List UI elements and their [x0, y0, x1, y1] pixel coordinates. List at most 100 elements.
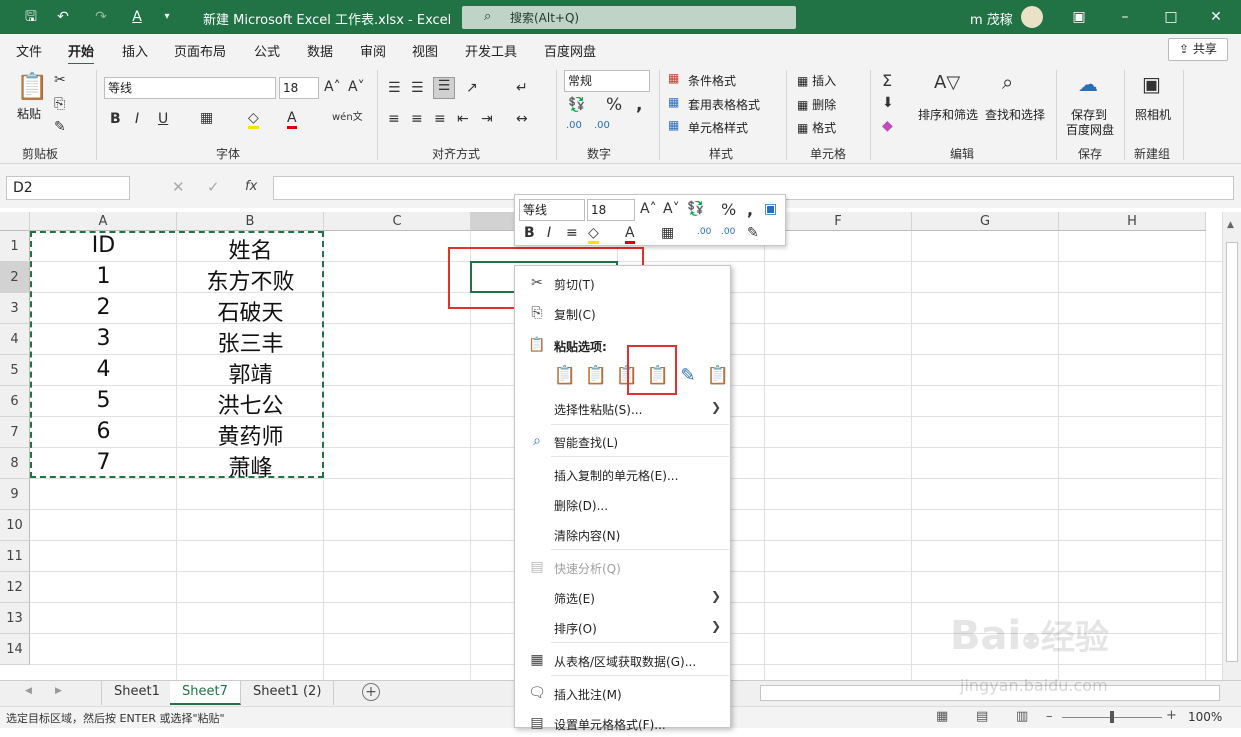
row-header[interactable]: 12 [0, 572, 30, 603]
menu-item-format-cells[interactable]: ▤ 设置单元格格式(F)... [515, 709, 730, 737]
font-color-icon[interactable]: A [287, 110, 297, 129]
cell-b5[interactable]: 郭靖 [177, 357, 324, 389]
autosum-icon[interactable]: Σ [882, 71, 892, 90]
cell-a2[interactable]: 1 [30, 264, 177, 289]
paste-values-icon[interactable]: 📋 [583, 363, 609, 389]
paste-link-icon[interactable]: 📋 [705, 363, 731, 389]
mini-font-color-icon[interactable]: A [625, 225, 635, 244]
add-sheet-icon[interactable]: + [362, 683, 380, 701]
paste-icon[interactable]: 📋 [16, 72, 48, 102]
cell-style-button[interactable]: 单元格样式 [688, 119, 748, 136]
copy-icon[interactable]: ⎘ [54, 96, 65, 112]
mini-font-select[interactable]: 等线 [519, 199, 585, 221]
tab-home[interactable]: 开始 [68, 41, 95, 66]
increase-decimal-icon[interactable]: .00 [566, 120, 582, 131]
normal-view-icon[interactable]: ▦ [936, 709, 948, 724]
phonetic-icon[interactable]: wén文 [332, 108, 363, 123]
mini-fill-color-icon[interactable]: ◇ [588, 225, 599, 244]
tab-insert[interactable]: 插入 [122, 41, 148, 60]
cell-b8[interactable]: 萧峰 [177, 450, 324, 482]
select-all[interactable] [0, 212, 30, 231]
decrease-decimal-icon[interactable]: .00 [594, 120, 610, 131]
clear-icon[interactable]: ◆ [882, 118, 893, 134]
tab-file[interactable]: 文件 [16, 41, 42, 60]
mini-size-select[interactable]: 18 [587, 199, 635, 221]
mini-align-center-icon[interactable]: ≡ [566, 225, 578, 241]
share-button[interactable]: ⇪ 共享 [1168, 38, 1228, 61]
camera-label[interactable]: 照相机 [1135, 106, 1171, 123]
insert-cells-button[interactable]: ▦ 插入 [797, 72, 836, 89]
mini-percent-icon[interactable]: % [721, 200, 736, 219]
sheet-tab[interactable]: Sheet1 (2) [241, 681, 335, 705]
delete-cells-button[interactable]: ▦ 删除 [797, 96, 836, 113]
fill-color-icon[interactable]: ◇ [248, 110, 259, 129]
mini-shrink-font-icon[interactable]: A˅ [663, 201, 680, 217]
table-format-icon[interactable]: ▦ [668, 95, 679, 109]
sort-filter-icon[interactable]: A▽ [934, 72, 960, 93]
tab-view[interactable]: 视图 [412, 41, 438, 60]
cut-icon[interactable]: ✂ [54, 72, 66, 88]
zoom-thumb[interactable] [1110, 711, 1114, 723]
maximize-icon[interactable]: □ [1160, 6, 1182, 28]
row-header[interactable]: 14 [0, 634, 30, 665]
menu-item-insert-comment[interactable]: 🗨 插入批注(M) [515, 679, 730, 707]
borders-icon[interactable]: ▦ [200, 110, 213, 126]
row-header[interactable]: 6 [0, 386, 30, 417]
sheet-tab-active[interactable]: Sheet7 [170, 681, 241, 705]
row-header[interactable]: 11 [0, 541, 30, 572]
menu-item-paste-special[interactable]: 选择性粘贴(S)... ❯ [515, 394, 730, 422]
conditional-format-button[interactable]: 条件格式 [688, 72, 736, 89]
align-middle-icon[interactable]: ☰ [411, 80, 424, 96]
cell-b4[interactable]: 张三丰 [177, 326, 324, 358]
scroll-up-icon[interactable]: ▲ [1227, 220, 1234, 230]
page-layout-view-icon[interactable]: ▤ [976, 709, 988, 724]
align-top-icon[interactable]: ☰ [388, 80, 401, 96]
cell-b3[interactable]: 石破天 [177, 295, 324, 327]
tab-page-layout[interactable]: 页面布局 [174, 41, 226, 60]
shrink-font-icon[interactable]: A˅ [348, 79, 365, 95]
redo-icon[interactable]: ↷ [90, 6, 112, 28]
next-sheet-icon[interactable]: ▶ [55, 686, 62, 696]
column-header[interactable]: G [912, 212, 1059, 231]
fill-icon[interactable]: ⬇ [882, 95, 894, 111]
merge-center-icon[interactable]: ↔ [516, 111, 528, 127]
save-icon[interactable]: 🖫 [20, 6, 42, 28]
find-select-icon[interactable]: ⌕ [1002, 70, 1013, 94]
undo-icon[interactable]: ↶ [52, 6, 74, 28]
baidu-cloud-icon[interactable]: ☁ [1078, 72, 1098, 96]
font-size-select[interactable]: 18 [279, 77, 319, 99]
cell-a8[interactable]: 7 [30, 450, 177, 475]
wrap-text-icon[interactable]: ↵ [516, 80, 528, 96]
mini-decrease-decimal-icon[interactable]: .00 [721, 227, 735, 237]
sort-filter-button[interactable]: 排序和筛选 [918, 106, 978, 123]
tab-review[interactable]: 审阅 [360, 41, 386, 60]
row-header[interactable]: 3 [0, 293, 30, 324]
page-break-view-icon[interactable]: ▥ [1016, 709, 1028, 724]
prev-sheet-icon[interactable]: ◀ [25, 686, 32, 696]
menu-item-sort[interactable]: 排序(O) ❯ [515, 613, 730, 641]
avatar[interactable] [1021, 6, 1043, 28]
font-name-select[interactable]: 等线 [104, 77, 276, 99]
tab-developer[interactable]: 开发工具 [465, 41, 517, 60]
conditional-format-icon[interactable]: ▦ [668, 71, 679, 85]
orientation-icon[interactable]: ↗ [466, 80, 478, 96]
cell-a3[interactable]: 2 [30, 295, 177, 320]
zoom-level[interactable]: 100% [1188, 710, 1222, 724]
scroll-thumb[interactable] [1226, 242, 1238, 662]
camera-icon[interactable]: ▣ [1142, 72, 1161, 96]
zoom-in-icon[interactable]: + [1166, 708, 1177, 723]
row-header[interactable]: 1 [0, 231, 30, 262]
menu-item-insert-copied[interactable]: 插入复制的单元格(E)... [515, 460, 730, 488]
column-header[interactable]: C [324, 212, 471, 231]
table-format-button[interactable]: 套用表格格式 [688, 96, 760, 113]
align-left-icon[interactable]: ≡ [388, 111, 400, 127]
comma-style-icon[interactable]: , [636, 95, 642, 115]
cell-b1[interactable]: 姓名 [177, 233, 324, 265]
row-header[interactable]: 5 [0, 355, 30, 386]
cell-b2[interactable]: 东方不败 [177, 264, 324, 296]
paste-formatting-icon[interactable]: ✎ [675, 363, 701, 389]
format-cells-button[interactable]: ▦ 格式 [797, 119, 836, 136]
user-name[interactable]: m 茂稼 [970, 9, 1013, 28]
cell-b6[interactable]: 洪七公 [177, 388, 324, 420]
italic-icon[interactable]: I [135, 111, 139, 127]
